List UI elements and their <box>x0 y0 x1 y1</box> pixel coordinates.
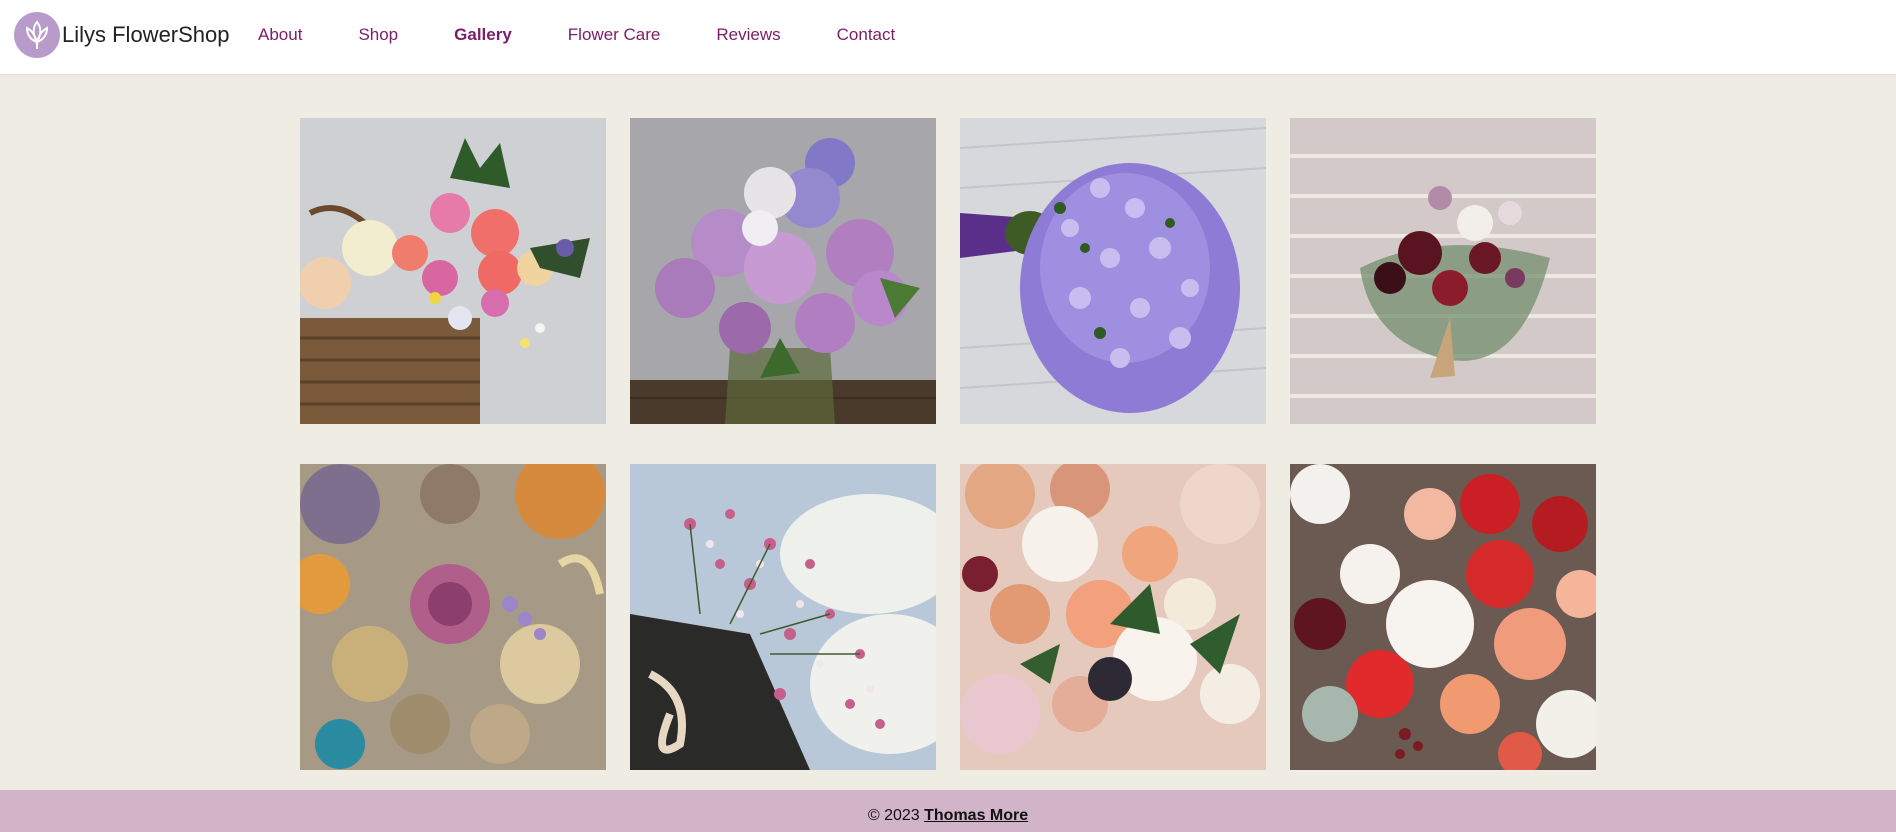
nav-reviews[interactable]: Reviews <box>688 25 808 45</box>
footer-credit: © 2023 Thomas More <box>868 807 1028 825</box>
dried-flowers-photo[interactable] <box>300 464 606 770</box>
basket-roses-photo[interactable] <box>300 118 606 424</box>
nav-gallery[interactable]: Gallery <box>426 25 540 45</box>
copyright-text: © 2023 <box>867 807 920 824</box>
main-nav: About Shop Gallery Flower Care Reviews C… <box>230 0 923 70</box>
nav-shop[interactable]: Shop <box>330 25 426 45</box>
purple-bouquet-photo[interactable] <box>960 118 1266 424</box>
gallery-grid <box>300 118 1596 770</box>
brand[interactable]: Lilys FlowerShop <box>14 12 230 58</box>
author-link[interactable]: Thomas More <box>924 807 1028 824</box>
burgundy-bouquet-photo[interactable] <box>1290 118 1596 424</box>
site-footer: © 2023 Thomas More <box>0 790 1896 832</box>
brand-name: Lilys FlowerShop <box>62 22 230 47</box>
nav-about[interactable]: About <box>230 25 330 45</box>
site-header: Lilys FlowerShop About Shop Gallery Flow… <box>0 0 1896 74</box>
lilac-vase-photo[interactable] <box>630 118 936 424</box>
nav-contact[interactable]: Contact <box>809 25 924 45</box>
tulip-icon <box>14 12 60 58</box>
gypsophila-basket-photo[interactable] <box>630 464 936 770</box>
red-white-roses-photo[interactable] <box>1290 464 1596 770</box>
nav-flower-care[interactable]: Flower Care <box>540 25 689 45</box>
ranunculus-bouquet-photo[interactable] <box>960 464 1266 770</box>
